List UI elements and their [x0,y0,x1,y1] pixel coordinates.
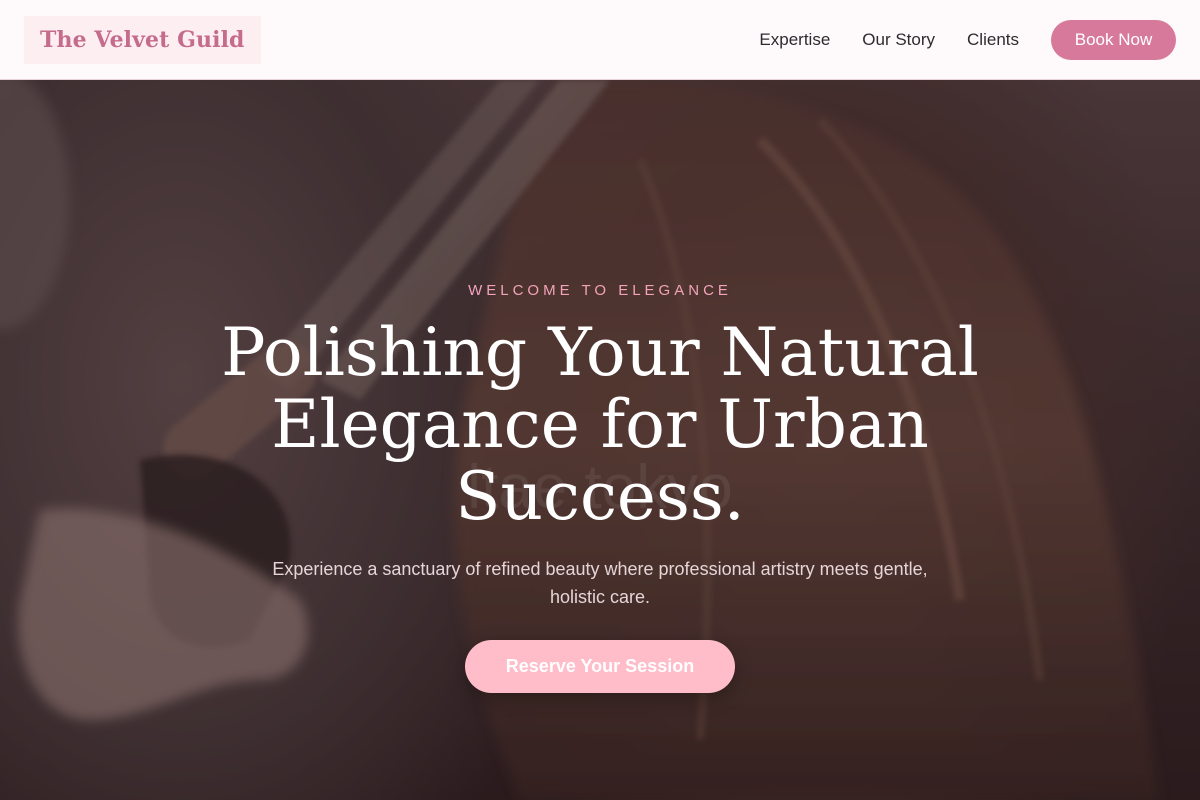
hero-headline: Polishing Your Natural Elegance for Urba… [221,314,979,535]
main-nav: Expertise Our Story Clients Book Now [759,19,1176,60]
hero-subtext: Experience a sanctuary of refined beauty… [272,559,928,607]
nav-link-our-story[interactable]: Our Story [862,30,935,50]
hero-eyebrow: WELCOME TO ELEGANCE [468,282,732,299]
reserve-session-button[interactable]: Reserve Your Session [465,640,735,693]
nav-link-clients[interactable]: Clients [967,30,1019,50]
site-logo[interactable]: The Velvet Guild [24,15,261,64]
hero-section: ltae tokyo WELCOME TO ELEGANCE Polishing… [0,80,1200,800]
site-header: The Velvet Guild Expertise Our Story Cli… [0,0,1200,80]
book-now-button[interactable]: Book Now [1051,19,1176,60]
hero-content: WELCOME TO ELEGANCE Polishing Your Natur… [0,80,1200,800]
nav-link-expertise[interactable]: Expertise [759,30,830,50]
